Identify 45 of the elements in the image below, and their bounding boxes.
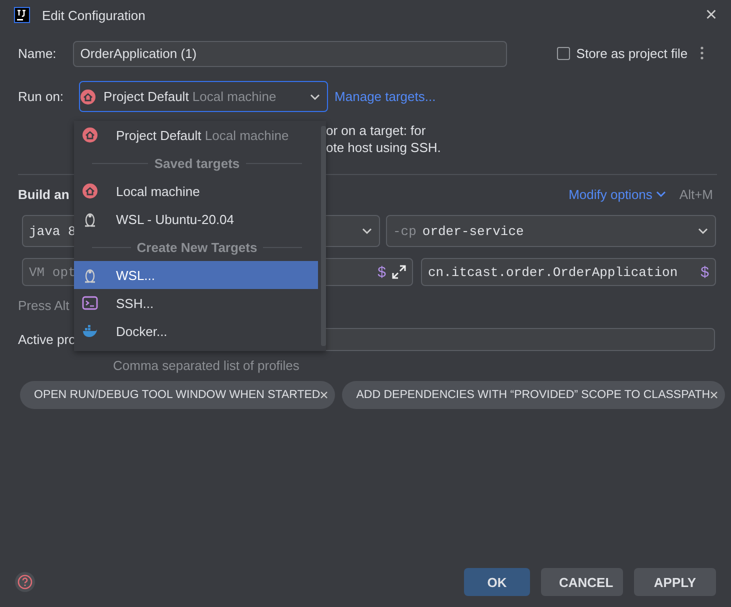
close-button[interactable]: ×: [705, 4, 717, 26]
penguin-icon: [82, 267, 98, 283]
home-icon: [82, 183, 98, 199]
close-icon: [710, 391, 718, 399]
checkbox[interactable]: [557, 47, 570, 60]
run-on-dropdown[interactable]: Project Default Local machine: [78, 81, 328, 112]
menu-group-header: Create New Targets: [136, 240, 258, 254]
classpath-dropdown[interactable]: -cp order-service: [386, 215, 716, 247]
field-label: Run on:: [18, 89, 64, 104]
description-text: ote host using SSH.: [326, 139, 442, 156]
expand-icon: [392, 265, 406, 279]
home-icon: [82, 127, 98, 143]
menu-item[interactable]: Project Default Local machine: [74, 121, 318, 149]
dropdown-value: Project Default Local machine: [104, 89, 278, 104]
scrollbar[interactable]: [321, 126, 326, 346]
menu-item[interactable]: SSH...: [74, 289, 318, 317]
field-label: Name:: [18, 46, 56, 61]
ok-button[interactable]: OK: [464, 568, 530, 596]
macro-icon: $: [700, 264, 709, 280]
section-heading: Build an: [18, 186, 70, 202]
option-chip[interactable]: ADD DEPENDENCIES WITH “PROVIDED” SCOPE TO CLASSPATH: [342, 381, 726, 409]
description-text: or on a target: for: [326, 122, 427, 139]
menu-item[interactable]: Local machine: [74, 177, 318, 205]
close-icon: [320, 391, 328, 399]
terminal-icon: [82, 295, 98, 311]
shortcut-hint: Alt+M: [679, 186, 713, 202]
help-icon: [15, 572, 35, 592]
penguin-icon: [82, 211, 98, 227]
menu-item[interactable]: Docker...: [74, 317, 318, 345]
menu-item[interactable]: WSL - Ubuntu-20.04: [74, 205, 318, 233]
checkbox-label[interactable]: Store as project file: [576, 46, 688, 61]
home-icon: [80, 88, 96, 104]
dialog-button[interactable]: APPLY: [634, 568, 716, 596]
dialog-button[interactable]: CANCEL: [541, 568, 623, 596]
window-title: Edit Configuration: [42, 8, 146, 22]
option-chip[interactable]: OPEN RUN/DEBUG TOOL WINDOW WHEN STARTED: [20, 381, 336, 409]
menu-group-header: Saved targets: [154, 156, 240, 170]
whale-icon: [82, 323, 98, 339]
hint-text: Press Alt: [18, 298, 70, 313]
macro-icon: $: [378, 264, 386, 280]
name-field[interactable]: OrderApplication (1): [73, 40, 508, 66]
field-hint: Comma separated list of profiles: [112, 358, 300, 374]
main-class-field[interactable]: cn.itcast.order.OrderApplication $: [421, 258, 716, 286]
app-logo-icon: [14, 7, 30, 23]
menu-item[interactable]: WSL...: [74, 261, 318, 289]
